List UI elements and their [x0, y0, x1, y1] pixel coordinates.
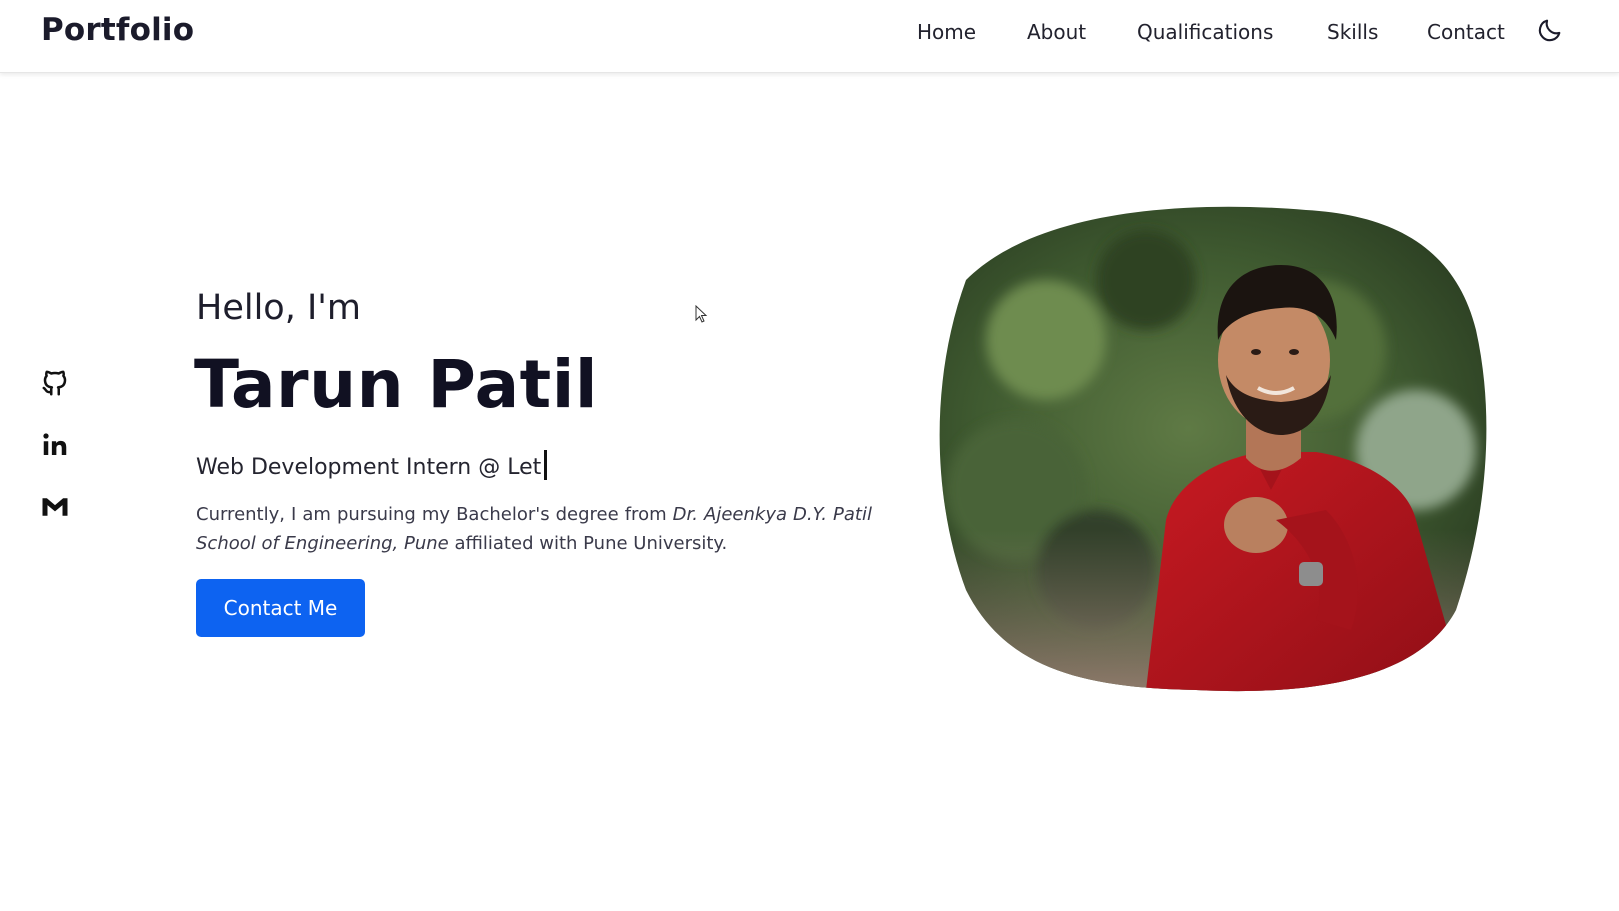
linkedin-icon[interactable]: [40, 430, 70, 460]
social-links: [40, 368, 72, 554]
main-nav: Home About Qualifications Skills Contact: [0, 20, 1619, 50]
site-header: Portfolio Home About Qualifications Skil…: [0, 0, 1619, 73]
nav-qualifications[interactable]: Qualifications: [1137, 20, 1273, 44]
role-typing-text: Web Development Intern @ Let: [196, 450, 548, 480]
nav-contact[interactable]: Contact: [1427, 20, 1505, 44]
nav-about[interactable]: About: [1027, 20, 1086, 44]
role-text: Web Development Intern @ Let: [196, 455, 542, 480]
mouse-cursor-icon: [695, 304, 709, 325]
contact-me-button[interactable]: Contact Me: [196, 579, 365, 637]
gmail-icon[interactable]: [40, 492, 70, 522]
nav-home[interactable]: Home: [917, 20, 976, 44]
greeting: Hello, I'm: [196, 288, 362, 328]
nav-skills[interactable]: Skills: [1327, 20, 1378, 44]
hero-description: Currently, I am pursuing my Bachelor's d…: [196, 500, 872, 558]
desc-post: affiliated with Pune University.: [448, 533, 728, 554]
profile-photo: [896, 190, 1546, 720]
hero-name: Tarun Patil: [194, 346, 598, 423]
typing-caret: [544, 450, 548, 480]
github-icon[interactable]: [40, 368, 70, 398]
desc-pre: Currently, I am pursuing my Bachelor's d…: [196, 504, 673, 525]
moon-icon[interactable]: [1536, 16, 1564, 44]
